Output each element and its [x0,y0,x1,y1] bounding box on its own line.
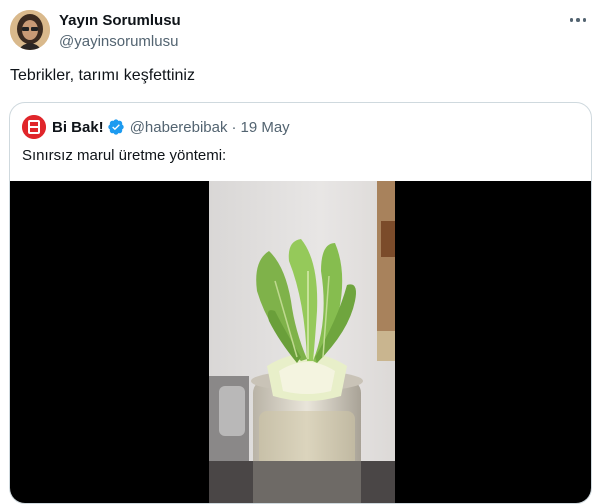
quoted-author-logo[interactable] [22,115,46,139]
tweet-text: Tebrikler, tarımı keşfettiniz [10,67,195,84]
more-dot [582,18,587,22]
more-dot [576,18,580,22]
bibak-logo-icon [22,115,46,139]
quoted-tweet-card[interactable]: Bi Bak! @haberebibak · 19 May Sınırsız m… [9,102,592,504]
quoted-author-handle[interactable]: @haberebibak [130,119,228,136]
quoted-tweet-video[interactable] [10,181,591,503]
author-avatar[interactable] [10,10,50,50]
lettuce-in-jar-image [209,181,395,503]
avatar-image [10,10,50,50]
header-separator: · [231,118,237,136]
quoted-tweet-text: Sınırsız marul üretme yöntemi: [22,147,227,164]
more-dot [569,18,574,22]
quoted-tweet-header: Bi Bak! @haberebibak · 19 May [22,115,290,139]
author-name[interactable]: Yayın Sorumlusu [59,12,181,29]
quoted-author-name[interactable]: Bi Bak! [52,119,104,136]
quoted-tweet-date[interactable]: 19 May [240,119,289,136]
video-frame [209,181,395,503]
more-options-icon[interactable] [566,10,590,30]
verified-badge-icon [108,119,124,135]
author-handle[interactable]: @yayinsorumlusu [59,33,178,50]
